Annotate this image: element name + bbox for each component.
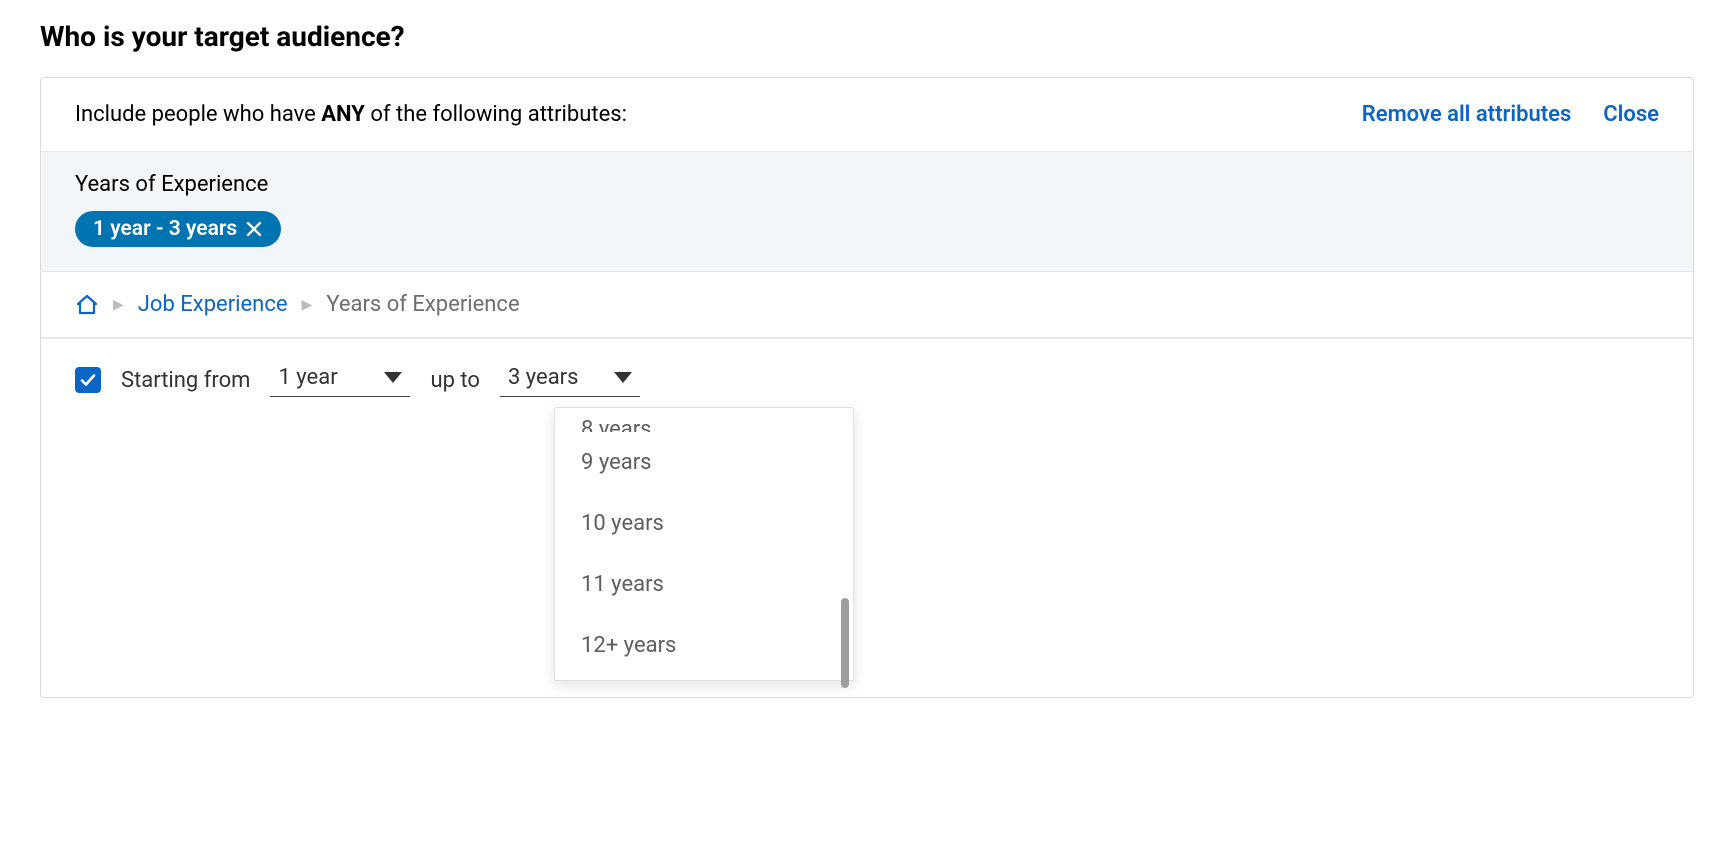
range-checkbox[interactable]	[75, 367, 101, 393]
to-value: 3 years	[508, 365, 579, 390]
scrollbar-thumb[interactable]	[841, 598, 849, 688]
panel-header: Include people who have ANY of the follo…	[41, 78, 1693, 151]
home-icon[interactable]	[75, 293, 99, 317]
breadcrumb-job-experience[interactable]: Job Experience	[138, 292, 288, 317]
pill-label: 1 year - 3 years	[93, 217, 237, 241]
to-dropdown[interactable]: 3 years	[500, 363, 640, 397]
dropdown-option[interactable]: 10 years	[555, 493, 853, 554]
up-to-label: up to	[430, 368, 479, 393]
breadcrumb-separator-icon: ▶	[113, 297, 124, 313]
header-actions: Remove all attributes Close	[1362, 102, 1659, 127]
breadcrumb: ▶ Job Experience ▶ Years of Experience	[41, 271, 1693, 337]
to-dropdown-menu: 8 years 9 years 10 years 11 years 12+ ye…	[554, 407, 854, 681]
remove-pill-icon[interactable]	[245, 220, 263, 238]
page-heading: Who is your target audience?	[40, 20, 1694, 53]
range-controls: Starting from 1 year up to 3 years	[75, 363, 640, 397]
dropdown-option-partial[interactable]: 8 years	[555, 412, 853, 432]
from-dropdown[interactable]: 1 year	[270, 363, 410, 397]
breadcrumb-current: Years of Experience	[326, 292, 519, 317]
include-description: Include people who have ANY of the follo…	[75, 102, 627, 127]
attribute-group: Years of Experience 1 year - 3 years	[41, 151, 1693, 271]
include-suffix: of the following attributes:	[365, 102, 627, 127]
include-emphasis: ANY	[321, 102, 365, 127]
remove-all-attributes-link[interactable]: Remove all attributes	[1362, 102, 1572, 127]
breadcrumb-separator-icon: ▶	[302, 297, 313, 313]
dropdown-option[interactable]: 9 years	[555, 432, 853, 493]
targeting-panel: Include people who have ANY of the follo…	[40, 77, 1694, 698]
dropdown-option[interactable]: 12+ years	[555, 615, 853, 676]
range-selector-row: Starting from 1 year up to 3 years 8 yea…	[41, 337, 1693, 697]
chevron-down-icon	[614, 372, 632, 383]
include-prefix: Include people who have	[75, 102, 321, 127]
from-value: 1 year	[278, 365, 337, 390]
dropdown-option[interactable]: 11 years	[555, 554, 853, 615]
experience-range-pill[interactable]: 1 year - 3 years	[75, 211, 281, 247]
attribute-group-title: Years of Experience	[75, 172, 1659, 197]
starting-from-label: Starting from	[121, 368, 250, 393]
close-link[interactable]: Close	[1603, 102, 1659, 127]
chevron-down-icon	[384, 372, 402, 383]
